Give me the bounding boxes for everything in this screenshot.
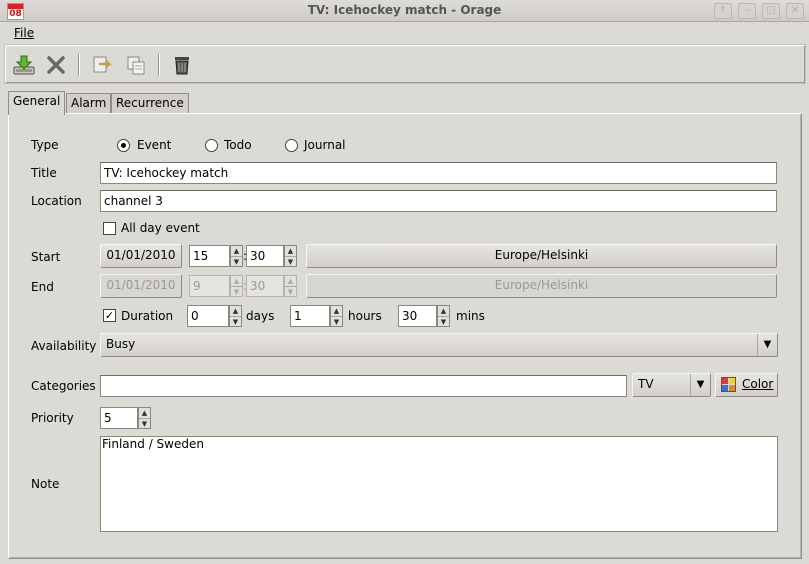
window-title: TV: Icehockey match - Orage xyxy=(307,3,502,17)
start-hour-arrows[interactable]: ▲ ▼ xyxy=(230,245,243,267)
color-button[interactable]: Color xyxy=(715,373,778,397)
end-date-button[interactable]: 01/01/2010 xyxy=(100,274,182,298)
end-label: End xyxy=(31,280,54,294)
duration-mins-arrows[interactable]: ▲ ▼ xyxy=(437,305,450,327)
duration-hours-label: hours xyxy=(348,309,382,323)
raise-window-button[interactable]: ↑ xyxy=(714,3,732,19)
title-bar: 08 TV: Icehockey match - Orage ↑ – □ ✕ xyxy=(0,0,809,22)
duplicate-icon[interactable] xyxy=(90,54,114,76)
category-select[interactable]: TV ▼ xyxy=(632,373,711,397)
start-min-arrows[interactable]: ▲ ▼ xyxy=(284,245,297,267)
chevron-down-icon[interactable]: ▼ xyxy=(757,334,777,356)
delete-icon[interactable] xyxy=(170,54,194,76)
type-journal-radio[interactable] xyxy=(285,139,298,152)
duration-days-value[interactable]: 0 xyxy=(187,305,229,327)
close-icon[interactable] xyxy=(44,54,68,76)
duration-checkbox[interactable]: ✓ xyxy=(103,309,116,322)
duration-days-arrows[interactable]: ▲ ▼ xyxy=(229,305,242,327)
toolbar-separator xyxy=(78,54,80,76)
start-date-button[interactable]: 01/01/2010 xyxy=(100,244,182,268)
priority-label: Priority xyxy=(31,411,74,425)
duration-days-spinner[interactable]: 0 ▲ ▼ xyxy=(187,305,242,327)
start-hour-value[interactable]: 15 xyxy=(189,245,230,267)
location-input[interactable]: channel 3 xyxy=(100,190,777,212)
categories-input[interactable] xyxy=(100,375,627,397)
type-todo-radio[interactable] xyxy=(205,139,218,152)
end-min-arrows[interactable]: ▲ ▼ xyxy=(284,275,297,297)
type-journal-label[interactable]: Journal xyxy=(304,138,346,152)
menu-bar: File xyxy=(0,23,809,44)
minimize-button[interactable]: – xyxy=(738,3,756,19)
note-label: Note xyxy=(31,477,60,491)
duration-hours-value[interactable]: 1 xyxy=(290,305,330,327)
end-min-spinner[interactable]: 30 ▲ ▼ xyxy=(246,275,297,297)
duration-mins-label: mins xyxy=(456,309,485,323)
toolbar xyxy=(5,45,805,83)
priority-spinner[interactable]: 5 ▲ ▼ xyxy=(100,407,151,429)
duration-label[interactable]: Duration xyxy=(121,309,173,323)
allday-checkbox[interactable] xyxy=(103,222,116,235)
save-icon[interactable] xyxy=(12,54,36,76)
type-event-label[interactable]: Event xyxy=(137,138,171,152)
color-button-label: Color xyxy=(742,377,774,391)
duration-mins-value[interactable]: 30 xyxy=(398,305,437,327)
toolbar-separator xyxy=(158,54,160,76)
type-label: Type xyxy=(31,138,59,152)
type-event-radio[interactable] xyxy=(117,139,130,152)
duration-mins-spinner[interactable]: 30 ▲ ▼ xyxy=(398,305,450,327)
tab-general[interactable]: General xyxy=(8,91,66,115)
note-textarea[interactable]: Finland / Sweden xyxy=(100,436,778,532)
color-palette-icon xyxy=(721,377,738,393)
location-label: Location xyxy=(31,194,82,208)
title-label: Title xyxy=(31,166,57,180)
end-hour-spinner[interactable]: 9 ▲ ▼ xyxy=(189,275,243,297)
start-min-spinner[interactable]: 30 ▲ ▼ xyxy=(246,245,297,267)
category-select-value: TV xyxy=(638,377,654,391)
end-hour-value[interactable]: 9 xyxy=(189,275,230,297)
end-timezone-button[interactable]: Europe/Helsinki xyxy=(306,274,777,298)
priority-arrows[interactable]: ▲ ▼ xyxy=(138,407,151,429)
start-hour-spinner[interactable]: 15 ▲ ▼ xyxy=(189,245,243,267)
close-window-button[interactable]: ✕ xyxy=(786,3,804,19)
menu-file[interactable]: File xyxy=(14,26,34,40)
availability-select[interactable]: Busy ▼ xyxy=(100,333,778,357)
tab-alarm[interactable]: Alarm xyxy=(66,93,112,114)
title-input[interactable]: TV: Icehockey match xyxy=(100,162,777,184)
availability-value: Busy xyxy=(106,337,136,351)
start-label: Start xyxy=(31,250,61,264)
end-min-value[interactable]: 30 xyxy=(246,275,284,297)
end-hour-arrows[interactable]: ▲ ▼ xyxy=(230,275,243,297)
duration-hours-spinner[interactable]: 1 ▲ ▼ xyxy=(290,305,343,327)
priority-value[interactable]: 5 xyxy=(100,407,138,429)
tab-recurrence[interactable]: Recurrence xyxy=(111,93,189,114)
maximize-button[interactable]: □ xyxy=(762,3,780,19)
start-timezone-button[interactable]: Europe/Helsinki xyxy=(306,244,777,268)
categories-label: Categories xyxy=(31,379,96,393)
duration-hours-arrows[interactable]: ▲ ▼ xyxy=(330,305,343,327)
availability-label: Availability xyxy=(31,339,97,353)
copy-icon[interactable] xyxy=(124,54,148,76)
allday-label[interactable]: All day event xyxy=(121,221,200,235)
type-todo-label[interactable]: Todo xyxy=(224,138,252,152)
chevron-down-icon[interactable]: ▼ xyxy=(690,374,710,396)
start-min-value[interactable]: 30 xyxy=(246,245,284,267)
duration-days-label: days xyxy=(246,309,275,323)
